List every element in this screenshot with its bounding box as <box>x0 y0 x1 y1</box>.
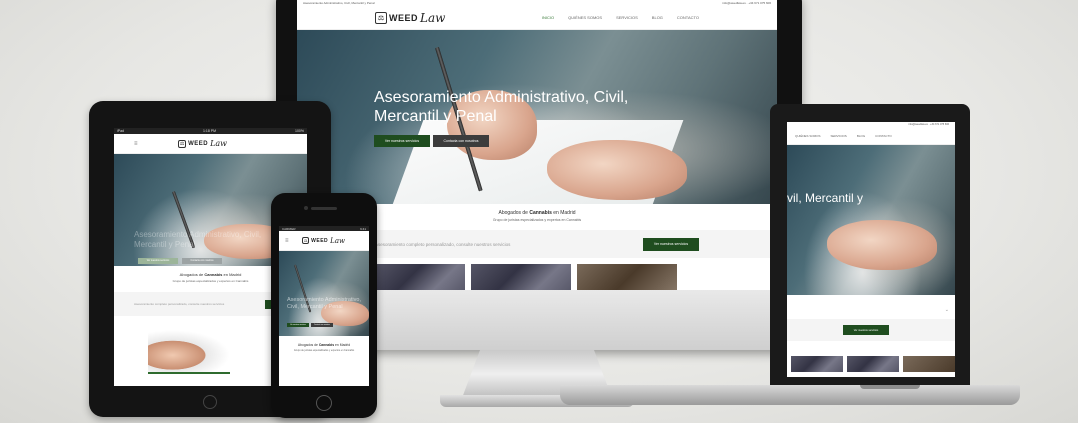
tablet-logo-law: Law <box>210 139 227 148</box>
hand-image <box>547 140 687 200</box>
thumbnail[interactable] <box>471 264 571 290</box>
laptop-nav-quienes[interactable]: QUIÉNES SOMOS <box>795 134 821 138</box>
logo-law: Law <box>420 10 446 25</box>
phone-logo-weed: WEED <box>311 237 329 244</box>
nav-blog[interactable]: BLOG <box>652 15 663 20</box>
services-button[interactable]: Ver nuestros servicios <box>374 135 430 147</box>
laptop-nav-contacto[interactable]: CONTACTO <box>875 134 892 138</box>
laptop-nav: QUIÉNES SOMOS SERVICIOS BLOG CONTACTO <box>795 134 892 138</box>
laptop-cta: Ver nuestros servicios <box>787 319 955 341</box>
laptop-navbar: QUIÉNES SOMOS SERVICIOS BLOG CONTACTO <box>787 127 955 145</box>
laptop-hero-title: vil, Mercantil y <box>787 191 864 205</box>
logo-weed: WEED <box>389 12 418 23</box>
tablet-logo[interactable]: ⚖ WEED Law <box>178 139 227 148</box>
laptop-nav-servicios[interactable]: SERVICIOS <box>831 134 847 138</box>
hero-title: Asesoramiento Administrativo, Civil, Mer… <box>374 89 629 126</box>
contact-button[interactable]: Contacta con nosotros <box>433 135 489 147</box>
scales-icon: ⚖ <box>178 139 187 148</box>
laptop-cta-button[interactable]: Ver nuestros servicios <box>843 325 889 335</box>
scales-icon: ⚖ <box>302 237 310 244</box>
tablet-status-time: 1:18 PM <box>203 129 217 133</box>
topbar-tagline: Asesoramiento Administrativo, Civil, Mer… <box>303 1 375 5</box>
tablet-hero-title: Asesoramiento Administrativo, Civil, Mer… <box>134 230 262 249</box>
chevron-down-icon[interactable]: ⌄ <box>945 307 949 313</box>
phone-about-heading: Abogados de Cannabis en Madrid <box>297 343 351 347</box>
tablet-home-button[interactable] <box>203 395 217 409</box>
thumbnail[interactable] <box>847 356 899 372</box>
nav-inicio[interactable]: INICIO <box>542 15 554 20</box>
laptop-base <box>560 385 1020 405</box>
blog-image[interactable] <box>148 330 230 374</box>
tablet-cta-text: Asesoramiento completo personalizado, co… <box>134 302 225 306</box>
scales-icon: ⚖ <box>375 11 387 24</box>
cta-text: Asesoramiento completo personalizado, co… <box>375 241 511 247</box>
tablet-contact-button[interactable]: Contacta con nosotros <box>182 258 222 264</box>
phone-speaker <box>311 207 337 210</box>
main-nav: INICIO QUIÉNES SOMOS SERVICIOS BLOG CONT… <box>542 15 699 20</box>
phone-logo-law: Law <box>330 236 345 245</box>
laptop-notch <box>860 385 920 389</box>
topbar-contact: info@weedlaw.es · +34 671 075 606 <box>722 1 771 5</box>
thumbnail[interactable] <box>375 264 465 290</box>
nav-servicios[interactable]: SERVICIOS <box>616 15 638 20</box>
tablet-status-carrier: iPad <box>117 129 125 133</box>
phone-about-sub: Grupo de juristas especializados y exper… <box>293 349 355 352</box>
laptop-nav-blog[interactable]: BLOG <box>857 134 865 138</box>
phone-navbar: ≡ ⚖ WEED Law <box>279 231 369 251</box>
phone-status-carrier: CARRIER <box>282 226 296 231</box>
tablet-logo-weed: WEED <box>188 140 209 147</box>
phone-services-button[interactable]: Ver nuestros servicios <box>287 323 309 327</box>
phone-status-time: 9:41 <box>360 226 366 231</box>
phone-hero-title: Asesoramiento Administrativo, Civil, Mer… <box>287 297 361 310</box>
tablet-navbar: ≡ ⚖ WEED Law <box>114 134 307 154</box>
cta-button[interactable]: Ver nuestros servicios <box>643 237 699 251</box>
laptop-screen: info@weedlaw.es · +34 671 075 606 QUIÉNE… <box>787 122 955 377</box>
hero: Asesoramiento Administrativo, Civil, Mer… <box>297 30 777 204</box>
tablet-status-battery: 100% <box>295 129 304 133</box>
nav-contacto[interactable]: CONTACTO <box>677 15 699 20</box>
hamburger-menu-icon[interactable]: ≡ <box>134 141 138 147</box>
laptop-about: ⌄ <box>787 295 955 319</box>
phone-logo[interactable]: ⚖ WEED Law <box>302 237 345 245</box>
nav-quienes-somos[interactable]: QUIÉNES SOMOS <box>568 15 602 20</box>
phone-camera <box>304 206 308 210</box>
navbar: ⚖ WEED Law INICIO QUIÉNES SOMOS SERVICIO… <box>297 6 777 30</box>
thumbnail[interactable] <box>791 356 843 372</box>
thumbnail[interactable] <box>903 356 955 372</box>
phone-about: Abogados de Cannabis en Madrid Grupo de … <box>279 336 369 386</box>
phone-contact-button[interactable]: Contacta con nosotros <box>311 323 333 327</box>
laptop-topbar-contact: info@weedlaw.es · +34 671 075 606 <box>908 123 949 126</box>
laptop-hero: vil, Mercantil y <box>787 145 955 295</box>
hand-image <box>827 220 937 270</box>
thumbnail[interactable] <box>577 264 677 290</box>
phone-hero: Asesoramiento Administrativo, Civil, Mer… <box>279 251 369 336</box>
laptop-thumbnails <box>787 341 955 377</box>
logo[interactable]: ⚖ WEED Law <box>375 11 445 25</box>
phone-screen: CARRIER 9:41 ≡ ⚖ WEED Law Asesoramiento … <box>279 226 369 386</box>
tablet-services-button[interactable]: Ver nuestros servicios <box>138 258 178 264</box>
hamburger-menu-icon[interactable]: ≡ <box>285 238 289 244</box>
phone-home-button[interactable] <box>316 395 332 411</box>
